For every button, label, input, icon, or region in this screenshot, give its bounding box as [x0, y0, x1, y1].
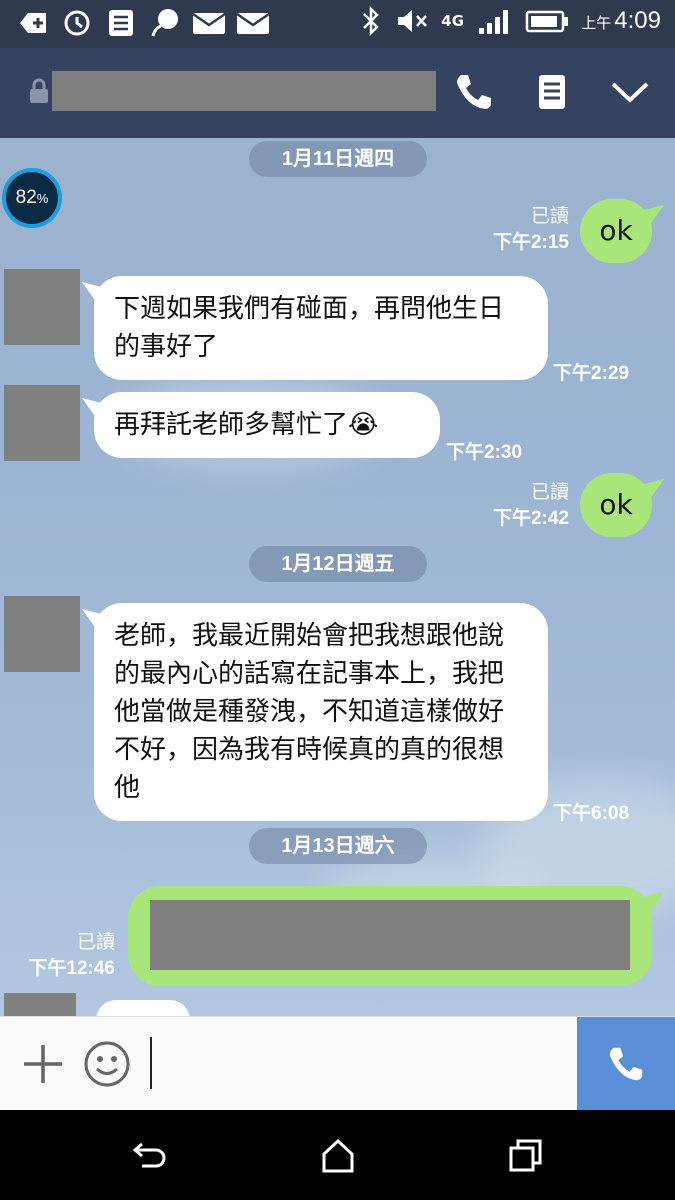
message-meta: 已讀 下午2:42: [492, 482, 569, 529]
battery-icon: [526, 10, 569, 33]
outgoing-message[interactable]: [128, 886, 652, 986]
outgoing-message[interactable]: ok: [580, 473, 652, 537]
mail-icon: [192, 12, 226, 34]
call-button[interactable]: [577, 1017, 675, 1111]
message-time: 下午2:29: [553, 363, 630, 384]
lock-icon: [30, 78, 48, 103]
text-input[interactable]: [150, 1037, 152, 1089]
plus-icon[interactable]: [18, 1039, 68, 1089]
incoming-message[interactable]: 再拜託老師多幫忙了😭: [94, 392, 440, 458]
chat-header: [0, 48, 675, 138]
chevron-down-icon[interactable]: [608, 70, 652, 114]
avatar[interactable]: [4, 596, 80, 672]
status-time: 上午 4:09: [581, 7, 661, 34]
status-bar: 4G 上午 4:09: [0, 0, 675, 48]
avatar[interactable]: [4, 993, 76, 1016]
mute-icon: [398, 10, 428, 32]
date-separator: 1月12日週五: [249, 546, 427, 582]
bluetooth-icon: [363, 6, 380, 36]
network-type: 4G: [441, 12, 465, 30]
date-separator: 1月13日週六: [249, 828, 427, 864]
chat-area[interactable]: 82% 1月11日週四 已讀 下午2:15 ok 下週如果我們有碰面，再問他生日的…: [0, 138, 675, 1016]
incoming-message-partial[interactable]: [96, 1000, 190, 1016]
redacted-content: [150, 900, 630, 970]
notes-icon[interactable]: [530, 70, 574, 114]
mail-icon: [236, 12, 270, 34]
sync-icon: [64, 10, 90, 36]
chat-icon: [151, 9, 178, 37]
system-navigation-bar: [0, 1110, 675, 1200]
emoji-icon[interactable]: [82, 1039, 132, 1089]
message-time: 下午6:08: [553, 803, 630, 824]
crying-emoji-icon: 😭: [348, 410, 379, 440]
battery-widget[interactable]: 82%: [2, 168, 62, 228]
message-input-bar: [0, 1016, 675, 1111]
contact-name[interactable]: [52, 71, 436, 111]
incoming-message[interactable]: 下週如果我們有碰面，再問他生日的事好了: [94, 276, 548, 380]
document-icon: [109, 10, 133, 36]
home-icon[interactable]: [318, 1136, 358, 1176]
signal-icon: [479, 10, 509, 34]
incoming-message[interactable]: 老師，我最近開始會把我想跟他說的最內心的話寫在記事本上，我把他當做是種發洩，不知…: [94, 603, 548, 821]
message-meta: 已讀 下午2:15: [492, 206, 569, 253]
phone-icon[interactable]: [452, 70, 496, 114]
message-time: 下午2:30: [446, 442, 523, 463]
message-meta: 已讀 下午12:46: [28, 932, 115, 979]
date-separator: 1月11日週四: [249, 141, 427, 177]
avatar[interactable]: [4, 269, 80, 345]
outgoing-message[interactable]: ok: [580, 199, 652, 263]
back-icon[interactable]: [130, 1136, 170, 1176]
avatar[interactable]: [4, 385, 80, 461]
recent-apps-icon[interactable]: [506, 1136, 546, 1176]
phone-icon: [609, 1047, 643, 1081]
plus-tag-icon: [20, 13, 46, 33]
